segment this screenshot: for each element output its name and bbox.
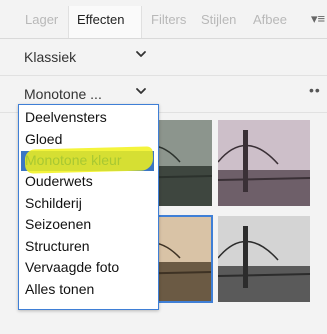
dropdown-item-gloed[interactable]: Gloed <box>25 131 62 147</box>
effect-dropdown-list: Deelvensters Gloed Monotone kleur Ouderw… <box>18 104 159 310</box>
dropdown-item-structuren[interactable]: Structuren <box>25 238 90 254</box>
category-select[interactable]: Klassiek <box>0 39 327 76</box>
effect-thumbnail-2[interactable] <box>218 120 310 206</box>
dropdown-item-deelvensters[interactable]: Deelvensters <box>25 109 107 125</box>
chevron-down-icon <box>134 47 148 61</box>
effect-select-value: Monotone ... <box>24 86 102 102</box>
chevron-down-icon <box>134 84 148 98</box>
dropdown-item-vervaagde-foto[interactable]: Vervaagde foto <box>25 259 119 275</box>
effect-thumbnail-4[interactable] <box>218 216 310 302</box>
dropdown-item-schilderij[interactable]: Schilderij <box>25 195 82 211</box>
category-select-value: Klassiek <box>24 49 77 65</box>
tab-lager[interactable]: Lager <box>25 12 58 27</box>
dropdown-item-seizoenen[interactable]: Seizoenen <box>25 216 91 232</box>
effects-panel: Lager Effecten Filters Stijlen Afbee ▾≡ … <box>0 0 327 334</box>
panel-tabs: Lager Effecten Filters Stijlen Afbee ▾≡ <box>0 0 327 39</box>
panel-menu-icon[interactable]: ▾≡ <box>311 11 325 27</box>
tab-effecten[interactable]: Effecten <box>77 12 124 27</box>
tab-stijlen[interactable]: Stijlen <box>201 12 236 27</box>
dropdown-item-alles-tonen[interactable]: Alles tonen <box>25 281 94 297</box>
dropdown-item-ouderwets[interactable]: Ouderwets <box>25 173 93 189</box>
tab-filters[interactable]: Filters <box>151 12 186 27</box>
dropdown-item-monotone-kleur[interactable]: Monotone kleur <box>25 152 122 168</box>
tab-afbee[interactable]: Afbee <box>253 12 287 27</box>
more-options-icon[interactable]: •• <box>309 82 321 98</box>
